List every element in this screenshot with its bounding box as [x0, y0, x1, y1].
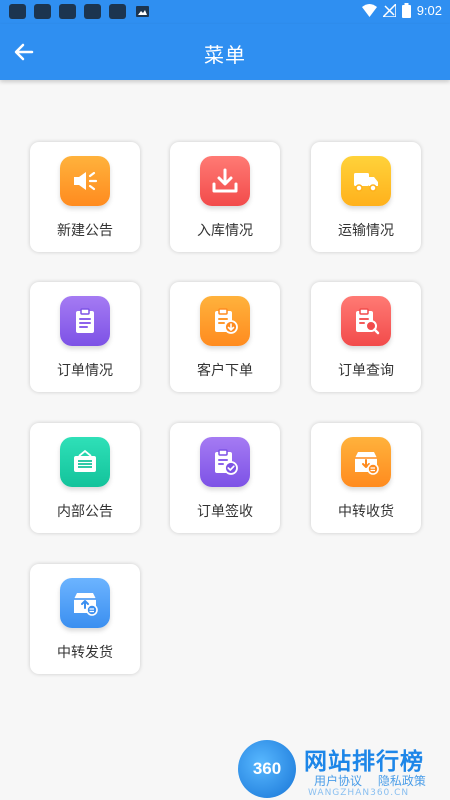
menu-item-transfer-receive[interactable]: 中转收货	[311, 423, 421, 533]
notification-icon	[34, 4, 51, 19]
menu-item-order-status[interactable]: 订单情况	[30, 282, 140, 392]
menu-item-warehousing-status[interactable]: 入库情况	[170, 142, 280, 252]
download-tray-icon	[212, 168, 238, 193]
clipboard-list-icon	[76, 308, 94, 333]
clipboard-check-icon	[215, 449, 238, 475]
menu-item-label: 入库情况	[197, 223, 253, 239]
system-icons: 9:02	[361, 3, 442, 18]
menu-item-icon-bg	[60, 296, 110, 346]
menu-item-icon-bg	[341, 296, 391, 346]
notification-icons	[9, 4, 151, 19]
box-send-icon	[74, 593, 98, 616]
wifi-icon	[361, 4, 377, 17]
box-receive-icon	[355, 452, 379, 475]
megaphone-icon	[74, 171, 98, 191]
menu-item-order-signoff[interactable]: 订单签收	[170, 423, 280, 533]
menu-item-icon-bg	[200, 156, 250, 206]
menu-item-transfer-ship[interactable]: 中转发货	[30, 564, 140, 674]
menu-item-label: 中转发货	[57, 645, 113, 661]
user-agreement-link[interactable]: 用户协议	[314, 774, 362, 788]
menu-item-label: 订单查询	[338, 363, 394, 379]
menu-item-icon-bg	[341, 156, 391, 206]
menu-item-label: 订单情况	[57, 363, 113, 379]
menu-item-customer-order[interactable]: 客户下单	[170, 282, 280, 392]
page-title: 菜单	[204, 43, 246, 67]
menu-item-icon-bg	[341, 437, 391, 487]
watermark-url: WANGZHAN360.CN	[308, 788, 410, 798]
watermark-title: 网站排行榜	[304, 749, 424, 775]
menu-item-icon-bg	[200, 296, 250, 346]
image-icon	[134, 4, 151, 19]
menu-item-label: 新建公告	[57, 223, 113, 239]
watermark: 360 网站排行榜 用户协议 隐私政策 WANGZHAN360.CN	[238, 740, 450, 800]
menu-item-new-announcement[interactable]: 新建公告	[30, 142, 140, 252]
menu-item-label: 内部公告	[57, 504, 113, 520]
menu-item-internal-notice[interactable]: 内部公告	[30, 423, 140, 533]
menu-item-label: 中转收货	[338, 504, 394, 520]
menu-item-icon-bg	[60, 578, 110, 628]
menu-item-label: 订单签收	[197, 504, 253, 520]
menu-item-icon-bg	[60, 156, 110, 206]
watermark-links: 用户协议 隐私政策	[314, 772, 438, 789]
privacy-policy-link[interactable]: 隐私政策	[378, 774, 426, 788]
battery-icon	[401, 3, 411, 18]
clipboard-download-icon	[215, 308, 238, 334]
app-bar: 菜单	[0, 24, 450, 80]
clipboard-search-icon	[356, 308, 380, 335]
menu-item-order-query[interactable]: 订单查询	[311, 282, 421, 392]
menu-item-icon-bg	[200, 437, 250, 487]
notification-icon	[9, 4, 26, 19]
menu-item-transport-status[interactable]: 运输情况	[311, 142, 421, 252]
watermark-logo: 360	[238, 740, 296, 798]
notice-board-icon	[74, 449, 96, 472]
notification-icon	[84, 4, 101, 19]
menu-item-icon-bg	[60, 437, 110, 487]
notification-icon	[109, 4, 126, 19]
status-time: 9:02	[416, 3, 442, 18]
menu-item-label: 运输情况	[338, 223, 394, 239]
status-bar: 9:02	[0, 0, 450, 24]
signal-off-icon	[382, 4, 396, 17]
menu-item-label: 客户下单	[197, 363, 253, 379]
notification-icon	[59, 4, 76, 19]
truck-icon	[354, 173, 378, 192]
